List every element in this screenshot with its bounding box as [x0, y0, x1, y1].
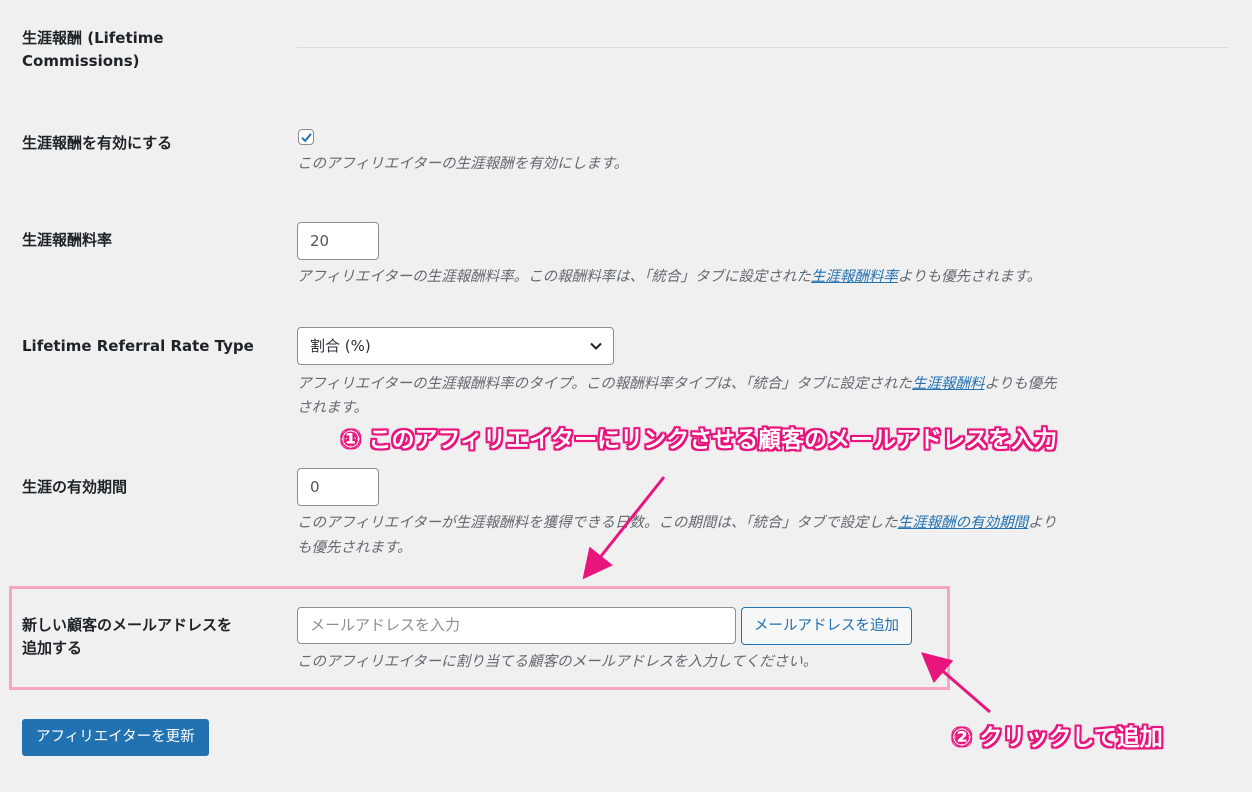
arrow-step2 — [920, 652, 991, 714]
arrow-step1 — [582, 476, 666, 580]
annotation-arrows — [582, 476, 991, 714]
